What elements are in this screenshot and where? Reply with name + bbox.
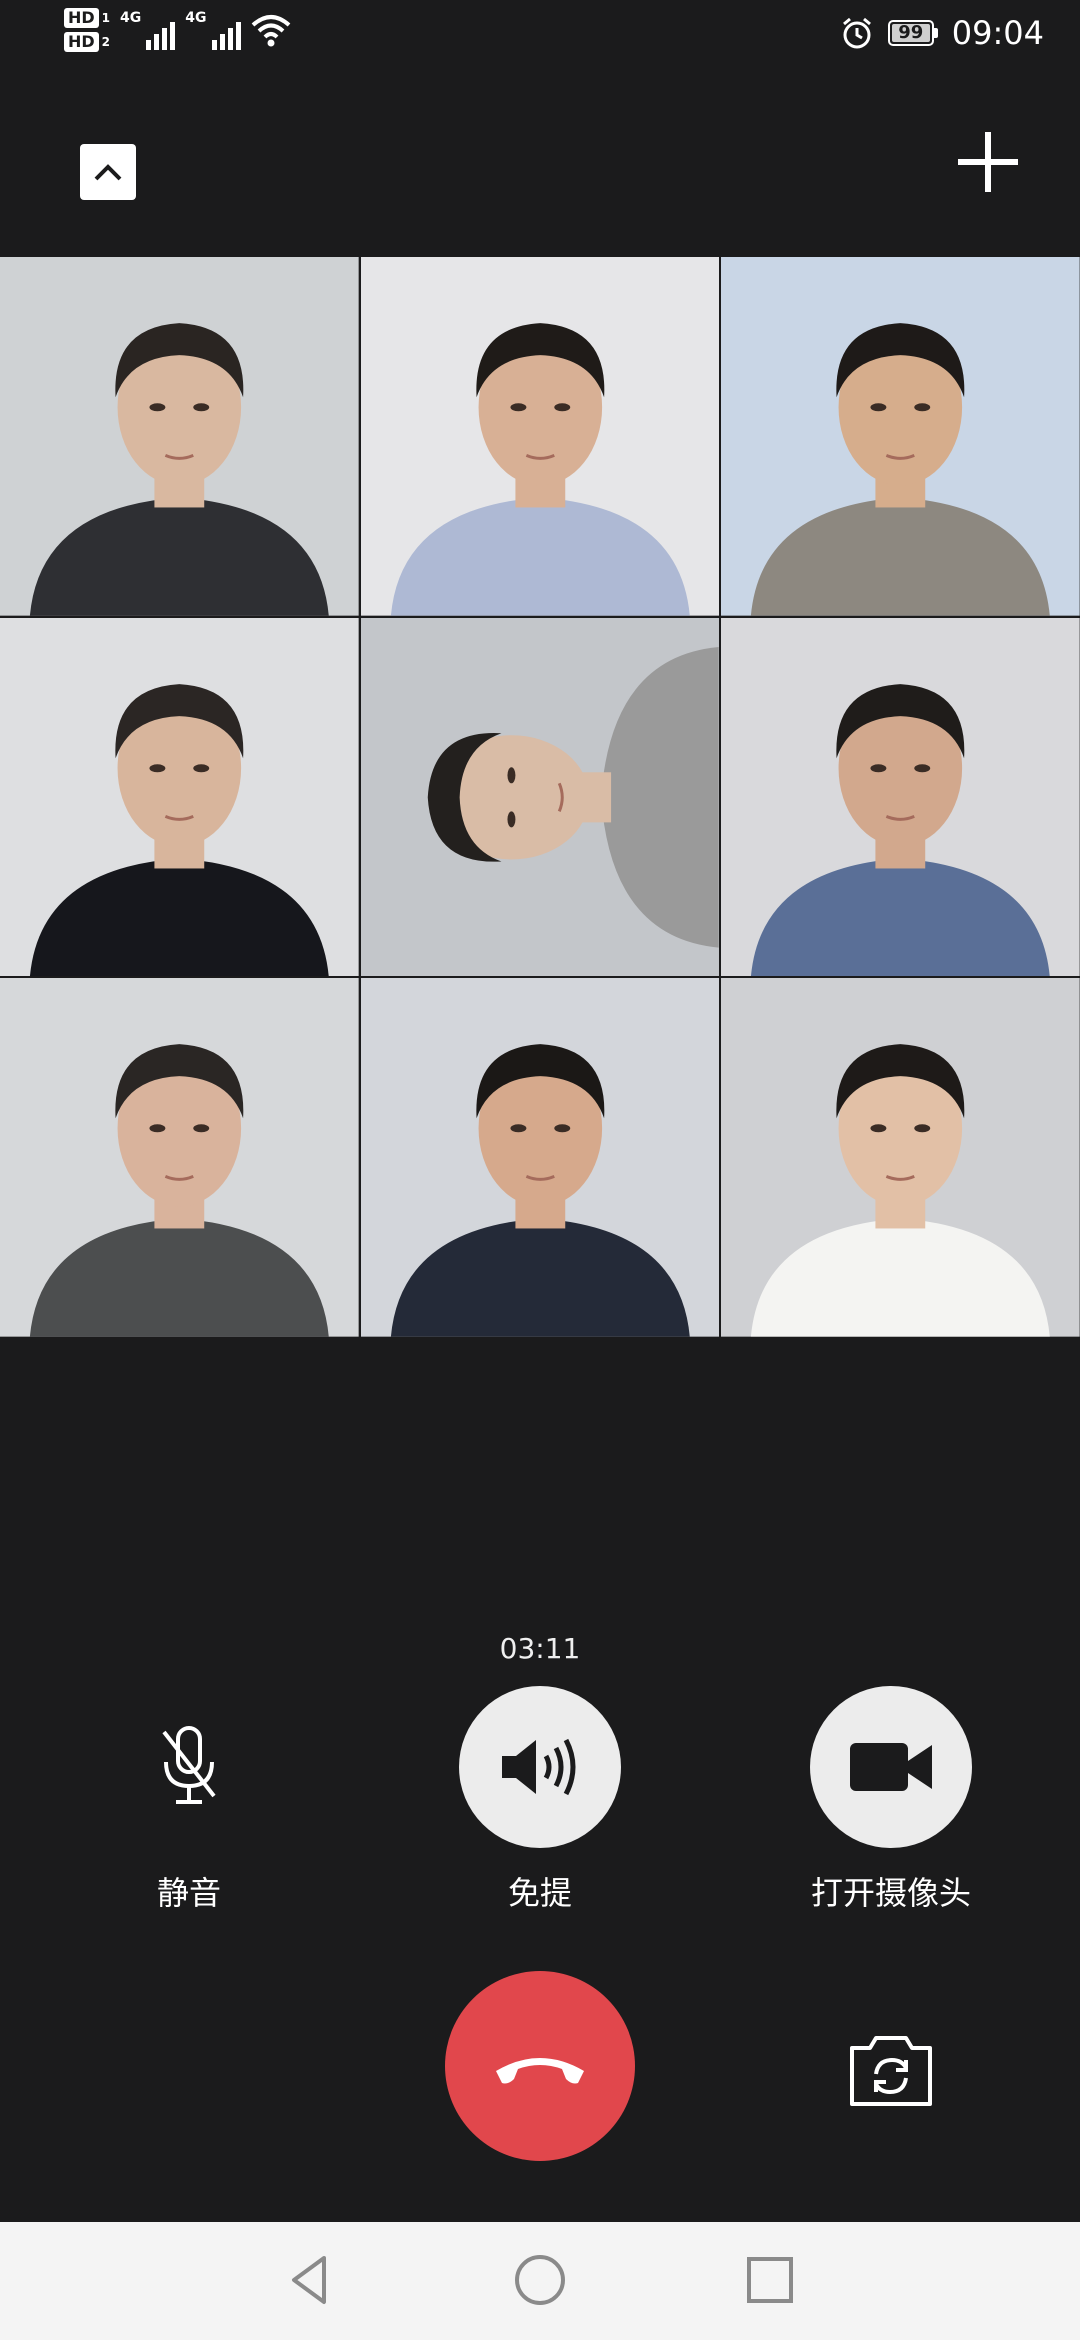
alarm-icon: [842, 17, 871, 49]
participant-video-feed: [360, 257, 720, 616]
home-circle-icon[interactable]: [510, 2250, 570, 2310]
battery-icon: 99: [887, 20, 938, 46]
participant-video-feed: [0, 617, 359, 977]
participant-video-feed: [360, 617, 720, 977]
net2-label: 4G: [185, 10, 207, 26]
status-bar: HD 1 HD 2 4G 4G 99 09:04: [0, 0, 1080, 80]
camera-label: 打开摄像头: [810, 1874, 971, 1912]
navigation-bar: [0, 2222, 1080, 2340]
participant-video-tile[interactable]: [360, 257, 720, 616]
speaker-icon: [502, 1738, 576, 1796]
mute-label: 静音: [156, 1874, 221, 1912]
hd1-indicator: HD 1: [64, 8, 110, 28]
hd2-indicator: HD 2: [64, 32, 110, 52]
hd2-label: HD: [64, 32, 99, 52]
collapse-button[interactable]: [80, 144, 136, 200]
net1-label: 4G: [120, 10, 142, 26]
video-camera-icon: [850, 1743, 932, 1791]
mute-control[interactable]: 静音: [89, 1686, 289, 1914]
clock: 09:04: [951, 14, 1044, 52]
participant-video-feed: [721, 257, 1080, 616]
video-grid: [0, 257, 1080, 1337]
mute-button[interactable]: [108, 1686, 270, 1848]
participant-video-tile[interactable]: [721, 978, 1080, 1337]
camera-button[interactable]: [810, 1686, 972, 1848]
chevron-up-icon: [94, 164, 122, 181]
participant-video-feed: [0, 257, 359, 616]
hangup-button[interactable]: [445, 1971, 635, 2161]
status-left: HD 1 HD 2 4G 4G: [64, 8, 291, 52]
participant-video-tile[interactable]: [721, 257, 1080, 616]
camera-flip-icon: [850, 2036, 932, 2106]
participant-video-tile[interactable]: [0, 617, 359, 977]
camera-flip-button[interactable]: [846, 2030, 936, 2110]
participant-video-feed: [721, 978, 1080, 1337]
hd2-sub: 2: [101, 35, 111, 49]
camera-control[interactable]: 打开摄像头: [791, 1686, 991, 1914]
back-triangle-icon[interactable]: [280, 2250, 340, 2310]
microphone-off-icon: [162, 1726, 216, 1804]
signal-icon: 4G: [120, 10, 176, 50]
hd1-label: HD: [64, 8, 99, 28]
participant-video-feed: [721, 617, 1080, 977]
speaker-control[interactable]: 免提: [440, 1686, 640, 1914]
participant-video-tile[interactable]: [360, 978, 720, 1337]
participant-video-feed: [0, 978, 359, 1337]
battery-level: 99: [898, 22, 924, 43]
speaker-label: 免提: [507, 1874, 572, 1912]
add-participant-button[interactable]: [956, 130, 1020, 194]
plus-icon: [958, 132, 1018, 192]
wifi-icon: [251, 15, 290, 47]
status-right: 99 09:04: [840, 14, 1044, 52]
participant-video-tile[interactable]: [360, 617, 720, 977]
phone-hangup-icon: [496, 2058, 584, 2084]
signal-icon-2: 4G: [185, 10, 241, 50]
hd1-sub: 1: [101, 11, 111, 25]
speaker-button[interactable]: [459, 1686, 621, 1848]
recents-square-icon[interactable]: [740, 2250, 800, 2310]
participant-video-feed: [360, 978, 720, 1337]
participant-video-tile[interactable]: [0, 978, 359, 1337]
participant-video-tile[interactable]: [0, 257, 359, 616]
hd-indicators: HD 1 HD 2: [64, 8, 110, 52]
participant-video-tile[interactable]: [721, 617, 1080, 977]
call-timer: 03:11: [499, 1632, 581, 1665]
